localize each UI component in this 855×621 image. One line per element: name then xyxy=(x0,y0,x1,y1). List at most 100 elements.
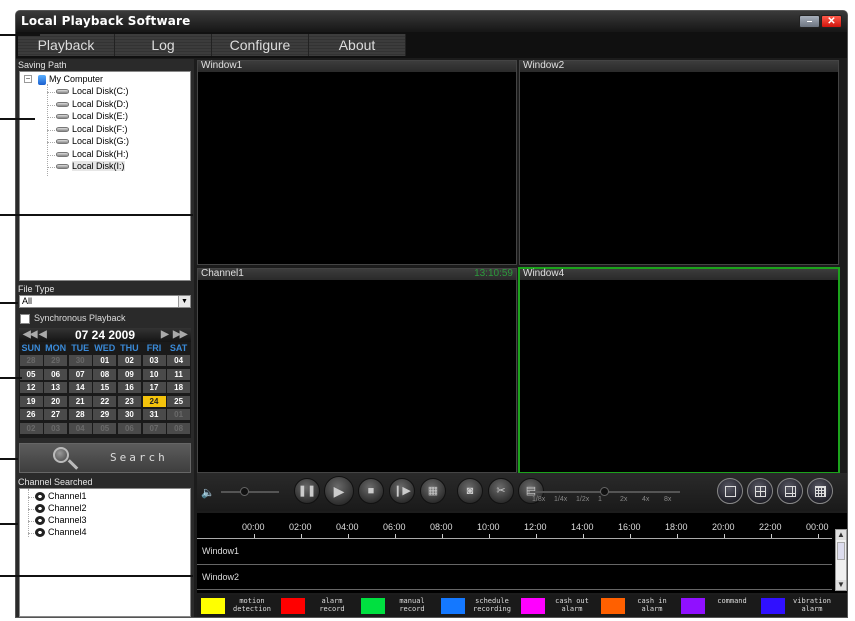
calendar-day[interactable]: 07 xyxy=(142,422,166,434)
volume-slider[interactable] xyxy=(221,491,279,493)
collapse-icon[interactable]: − xyxy=(24,75,32,83)
dropdown-arrow-icon[interactable]: ▼ xyxy=(178,296,190,307)
menu-configure[interactable]: Configure xyxy=(212,34,309,56)
calendar-day[interactable]: 29 xyxy=(93,409,117,420)
calendar-day[interactable]: 30 xyxy=(117,409,141,420)
minimize-button[interactable]: – xyxy=(799,15,820,28)
calendar-day[interactable]: 24 xyxy=(142,395,166,407)
volume-icon[interactable]: 🔈 xyxy=(201,486,215,499)
pause-button[interactable]: ❚❚ xyxy=(294,478,320,504)
calendar-day[interactable]: 15 xyxy=(93,382,117,393)
calendar-day[interactable]: 27 xyxy=(44,409,68,420)
step-forward-button[interactable]: ❙▶ xyxy=(389,478,415,504)
calendar-day[interactable]: 28 xyxy=(68,409,92,420)
tree-item-disk[interactable]: Local Disk(H:) xyxy=(56,149,129,160)
calendar-day[interactable]: 28 xyxy=(19,355,43,366)
calendar-day[interactable]: 14 xyxy=(68,382,92,393)
calendar-day[interactable]: 05 xyxy=(93,422,117,434)
speed-label[interactable]: 1/8x xyxy=(532,496,545,503)
speed-label[interactable]: 1/4x xyxy=(554,496,567,503)
snapshot-button[interactable]: ◙ xyxy=(457,478,483,504)
channel-item[interactable]: Channel1 xyxy=(35,491,87,502)
next-month-button[interactable]: ▶ xyxy=(161,329,169,340)
speed-label[interactable]: 2x xyxy=(620,496,627,503)
tree-item-disk[interactable]: Local Disk(G:) xyxy=(56,136,129,147)
time-tick-label: 12:00 xyxy=(524,522,547,532)
speed-label[interactable]: 1 xyxy=(598,496,602,503)
channel-item[interactable]: Channel3 xyxy=(35,515,87,526)
calendar-day[interactable]: 12 xyxy=(19,382,43,393)
calendar-day[interactable]: 06 xyxy=(117,422,141,434)
calendar-day[interactable]: 01 xyxy=(167,409,191,420)
scroll-up-icon[interactable]: ▲ xyxy=(836,530,846,540)
calendar-day[interactable]: 08 xyxy=(93,368,117,380)
menu-log[interactable]: Log xyxy=(115,34,212,56)
calendar-day[interactable]: 08 xyxy=(167,422,191,434)
calendar-day[interactable]: 21 xyxy=(68,395,92,407)
close-button[interactable]: ✕ xyxy=(821,15,842,28)
video-window-3[interactable]: Channel1 13:10:59 xyxy=(197,268,517,473)
calendar-day[interactable]: 04 xyxy=(167,355,191,366)
layout-6-button[interactable] xyxy=(777,478,803,504)
calendar-day[interactable]: 13 xyxy=(44,382,68,393)
calendar-day[interactable]: 09 xyxy=(117,368,141,380)
scroll-down-icon[interactable]: ▼ xyxy=(836,580,846,590)
tree-item-disk[interactable]: Local Disk(I:) xyxy=(56,161,125,172)
tree-item-disk[interactable]: Local Disk(F:) xyxy=(56,124,128,135)
video-window-4[interactable]: Window4 xyxy=(518,267,840,474)
speed-label[interactable]: 1/2x xyxy=(576,496,589,503)
calendar-day[interactable]: 03 xyxy=(142,355,166,366)
file-type-select[interactable]: All ▼ xyxy=(19,295,191,308)
timeline-scrollbar[interactable]: ▲ ▼ xyxy=(835,529,847,591)
layout-1-button[interactable] xyxy=(717,478,743,504)
tree-item-disk[interactable]: Local Disk(D:) xyxy=(56,99,129,110)
channel-item[interactable]: Channel4 xyxy=(35,527,87,538)
calendar-day[interactable]: 29 xyxy=(44,355,68,366)
calendar-day[interactable]: 23 xyxy=(117,395,141,407)
speed-knob[interactable] xyxy=(600,487,609,496)
calendar-day[interactable]: 06 xyxy=(44,368,68,380)
tree-item-disk[interactable]: Local Disk(E:) xyxy=(56,111,128,122)
calendar-day[interactable]: 20 xyxy=(44,395,68,407)
sync-playback-checkbox[interactable] xyxy=(20,314,30,324)
calendar-day[interactable]: 05 xyxy=(19,368,43,380)
calendar-day[interactable]: 11 xyxy=(167,368,191,380)
video-window-2[interactable]: Window2 xyxy=(519,60,839,265)
video-window-1[interactable]: Window1 xyxy=(197,60,517,265)
channel-item[interactable]: Channel2 xyxy=(35,503,87,514)
timeline[interactable]: 00:00 02:00 04:00 06:00 08:00 10:00 12:00 14:00… xyxy=(197,513,847,593)
calendar-day[interactable]: 07 xyxy=(68,368,92,380)
menu-playback[interactable]: Playback xyxy=(18,34,115,56)
calendar-day[interactable]: 26 xyxy=(19,409,43,420)
stop-button[interactable]: ■ xyxy=(358,478,384,504)
speed-label[interactable]: 4x xyxy=(642,496,649,503)
calendar-day[interactable]: 10 xyxy=(142,368,166,380)
next-year-button[interactable]: ▶▶ xyxy=(173,329,187,340)
speed-label[interactable]: 8x xyxy=(664,496,671,503)
play-button[interactable]: ▶ xyxy=(324,476,354,506)
calendar-day[interactable]: 22 xyxy=(93,395,117,407)
calendar-day[interactable]: 19 xyxy=(19,395,43,407)
calendar-day[interactable]: 01 xyxy=(93,355,117,366)
tree-item-disk[interactable]: Local Disk(C:) xyxy=(56,86,129,97)
calendar-day[interactable]: 02 xyxy=(117,355,141,366)
search-button[interactable]: Search xyxy=(19,443,191,473)
volume-knob[interactable] xyxy=(240,487,250,496)
tree-item-label: Local Disk(E:) xyxy=(72,111,129,121)
calendar-day[interactable]: 30 xyxy=(68,355,92,366)
calendar-day[interactable]: 31 xyxy=(142,409,166,420)
fullscreen-button[interactable]: ▦ xyxy=(420,478,446,504)
scroll-thumb[interactable] xyxy=(837,542,845,560)
layout-16-button[interactable] xyxy=(807,478,833,504)
calendar-day[interactable]: 02 xyxy=(19,422,43,434)
calendar-day[interactable]: 17 xyxy=(142,382,166,393)
tree-item-my-computer[interactable]: My Computer xyxy=(38,74,103,85)
layout-4-button[interactable] xyxy=(747,478,773,504)
menu-about[interactable]: About xyxy=(309,34,406,56)
calendar-day[interactable]: 03 xyxy=(44,422,68,434)
calendar-day[interactable]: 18 xyxy=(167,382,191,393)
calendar-day[interactable]: 04 xyxy=(68,422,92,434)
calendar-day[interactable]: 25 xyxy=(167,395,191,407)
clip-button[interactable]: ✂ xyxy=(488,478,514,504)
calendar-day[interactable]: 16 xyxy=(117,382,141,393)
